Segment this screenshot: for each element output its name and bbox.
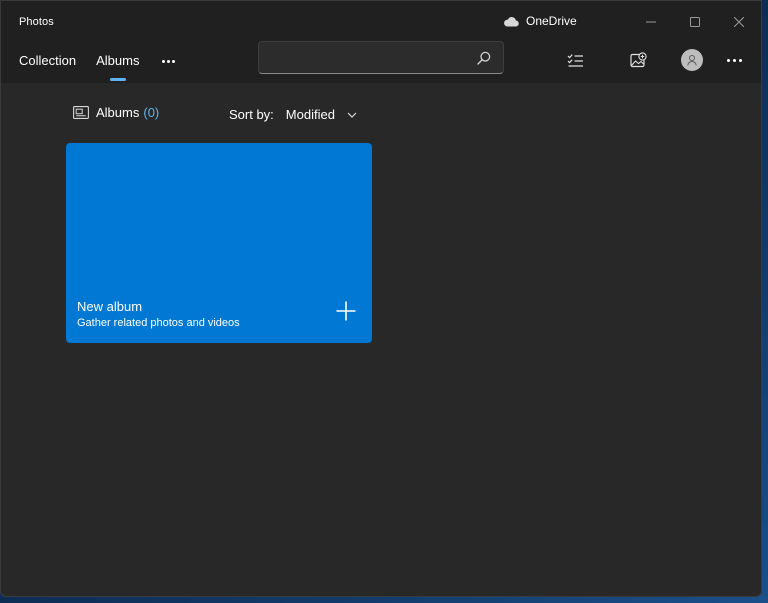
app-title: Photos [19,16,54,28]
photos-window: Photos OneDrive Collection Albums Albums… [0,0,762,597]
new-album-card[interactable]: New album Gather related photos and vide… [66,143,372,343]
onedrive-label: OneDrive [526,14,577,28]
sort-control: Sort by: Modified [229,107,357,122]
close-icon [734,17,744,27]
albums-heading: Albums [96,105,140,120]
sort-dropdown[interactable]: Modified [286,107,335,122]
title-bar: Photos OneDrive Collection Albums [1,1,761,83]
import-button[interactable] [627,49,649,71]
person-icon [687,55,697,66]
plus-icon [336,301,356,321]
import-photo-icon [629,52,647,68]
window-controls [629,1,761,43]
new-album-subtitle: Gather related photos and videos [77,317,240,329]
select-button[interactable] [564,49,586,71]
more-horizontal-icon [161,60,165,63]
cloud-icon [503,16,519,27]
chevron-down-icon[interactable] [347,112,357,118]
albums-section-header: Albums (0) [73,105,159,120]
minimize-button[interactable] [629,1,673,43]
close-button[interactable] [717,1,761,43]
account-button[interactable] [681,49,703,71]
maximize-icon [690,17,700,27]
more-horizontal-icon [727,59,730,62]
search-icon[interactable] [477,51,491,70]
album-icon [73,106,89,119]
nav-tabs: Collection Albums [19,53,177,70]
search-box [258,41,504,74]
minimize-icon [646,21,656,23]
more-tabs-button[interactable] [159,55,177,69]
tab-collection[interactable]: Collection [19,53,76,70]
albums-count: (0) [143,105,160,120]
checklist-icon [567,53,583,67]
tab-albums[interactable]: Albums [96,53,139,70]
maximize-button[interactable] [673,1,717,43]
more-options-button[interactable] [727,59,742,62]
search-input[interactable] [267,48,471,68]
sort-label: Sort by: [229,107,274,122]
onedrive-status[interactable]: OneDrive [503,14,577,28]
new-album-title: New album [77,299,143,314]
